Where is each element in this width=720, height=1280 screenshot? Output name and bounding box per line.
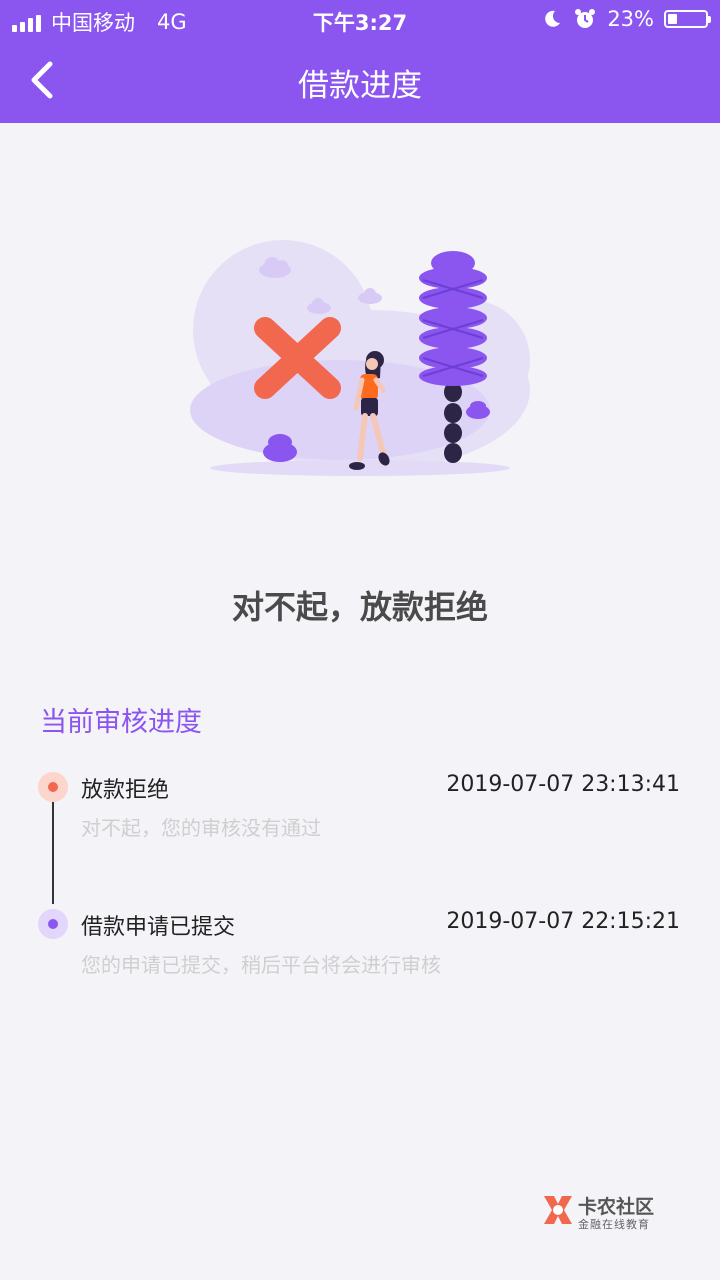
timeline-time: 2019-07-07 22:15:21 bbox=[446, 909, 680, 934]
section-title: 当前审核进度 bbox=[40, 707, 202, 738]
watermark-subtitle: 金融在线教育 bbox=[578, 1218, 650, 1231]
status-bar: 中国移动 4G 下午3:27 23% bbox=[0, 0, 720, 40]
alarm-icon bbox=[575, 9, 596, 28]
battery-icon bbox=[664, 10, 711, 28]
timeline-item-submitted: 借款申请已提交 2019-07-07 22:15:21 您的申请已提交，稍后平台… bbox=[0, 909, 720, 979]
status-dot-icon bbox=[38, 909, 68, 939]
timeline-time: 2019-07-07 23:13:41 bbox=[446, 772, 680, 797]
watermark-logo: 卡农社区 金融在线教育 bbox=[540, 1192, 670, 1232]
watermark-name: 卡农社区 bbox=[578, 1196, 655, 1218]
timeline-item-rejected: 放款拒绝 2019-07-07 23:13:41 对不起，您的审核没有通过 bbox=[0, 772, 720, 842]
moon-icon bbox=[545, 10, 561, 27]
timeline-label: 借款申请已提交 bbox=[81, 915, 236, 940]
rejection-illustration bbox=[190, 240, 530, 476]
app-header: 中国移动 4G 下午3:27 23% 借款进度 bbox=[0, 0, 720, 123]
page-title: 借款进度 bbox=[298, 68, 422, 104]
battery-percent: 23% bbox=[607, 7, 654, 31]
logo-icon bbox=[544, 1196, 572, 1224]
timeline-desc: 您的申请已提交，稍后平台将会进行审核 bbox=[81, 953, 441, 977]
result-title: 对不起，放款拒绝 bbox=[231, 588, 488, 626]
timeline-label: 放款拒绝 bbox=[81, 778, 170, 803]
timeline-desc: 对不起，您的审核没有通过 bbox=[81, 816, 321, 840]
status-dot-icon bbox=[38, 772, 68, 802]
